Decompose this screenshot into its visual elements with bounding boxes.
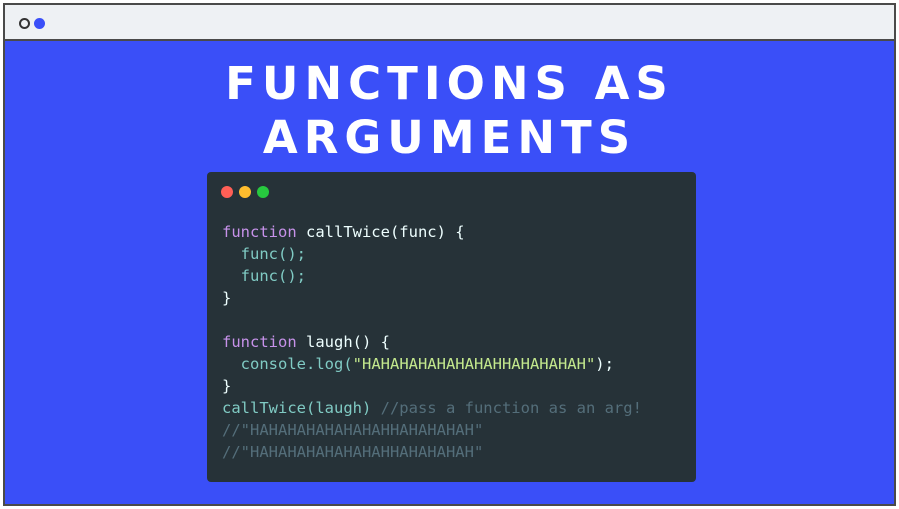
minimize-dot-icon [239, 186, 251, 198]
code-comment: //pass a function as an arg! [380, 399, 642, 417]
code-call: console.log( [222, 355, 353, 373]
code-text: callTwice(func) { [296, 223, 465, 241]
code-line-7: console.log("HAHAHAHAHAHAHAHHAHAHAHAH"); [222, 355, 614, 373]
title-line-1: FUNCTIONS AS [225, 57, 674, 110]
code-line-2: func(); [222, 245, 306, 263]
code-line-11: //"HAHAHAHAHAHAHAHHAHAHAHAH" [222, 443, 484, 461]
title-line-2: ARGUMENTS [262, 111, 637, 164]
code-string: "HAHAHAHAHAHAHAHHAHAHAHAH" [352, 355, 596, 373]
code-line-9: callTwice(laugh) //pass a function as an… [222, 399, 642, 417]
code-line-4: } [222, 289, 232, 307]
circle-filled-icon [34, 18, 45, 29]
close-dot-icon [221, 186, 233, 198]
browser-window: FUNCTIONS AS ARGUMENTS function callTwic… [3, 3, 896, 506]
code-line-6: function laugh() { [222, 333, 390, 351]
keyword: function [222, 333, 297, 351]
code-call: callTwice(laugh) [222, 399, 381, 417]
code-text: ); [595, 355, 614, 373]
maximize-dot-icon [257, 186, 269, 198]
browser-title-bar [5, 5, 894, 41]
page-title: FUNCTIONS AS ARGUMENTS [5, 57, 894, 165]
code-line-3: func(); [222, 267, 306, 285]
circle-outline-icon [19, 18, 30, 29]
code-line-1: function callTwice(func) { [222, 223, 465, 241]
code-window: function callTwice(func) { func(); func(… [207, 172, 696, 482]
code-text: laugh() { [296, 333, 390, 351]
code-block: function callTwice(func) { func(); func(… [222, 221, 642, 463]
keyword: function [222, 223, 297, 241]
code-line-8: } [222, 377, 232, 395]
code-line-10: //"HAHAHAHAHAHAHAHHAHAHAHAH" [222, 421, 484, 439]
